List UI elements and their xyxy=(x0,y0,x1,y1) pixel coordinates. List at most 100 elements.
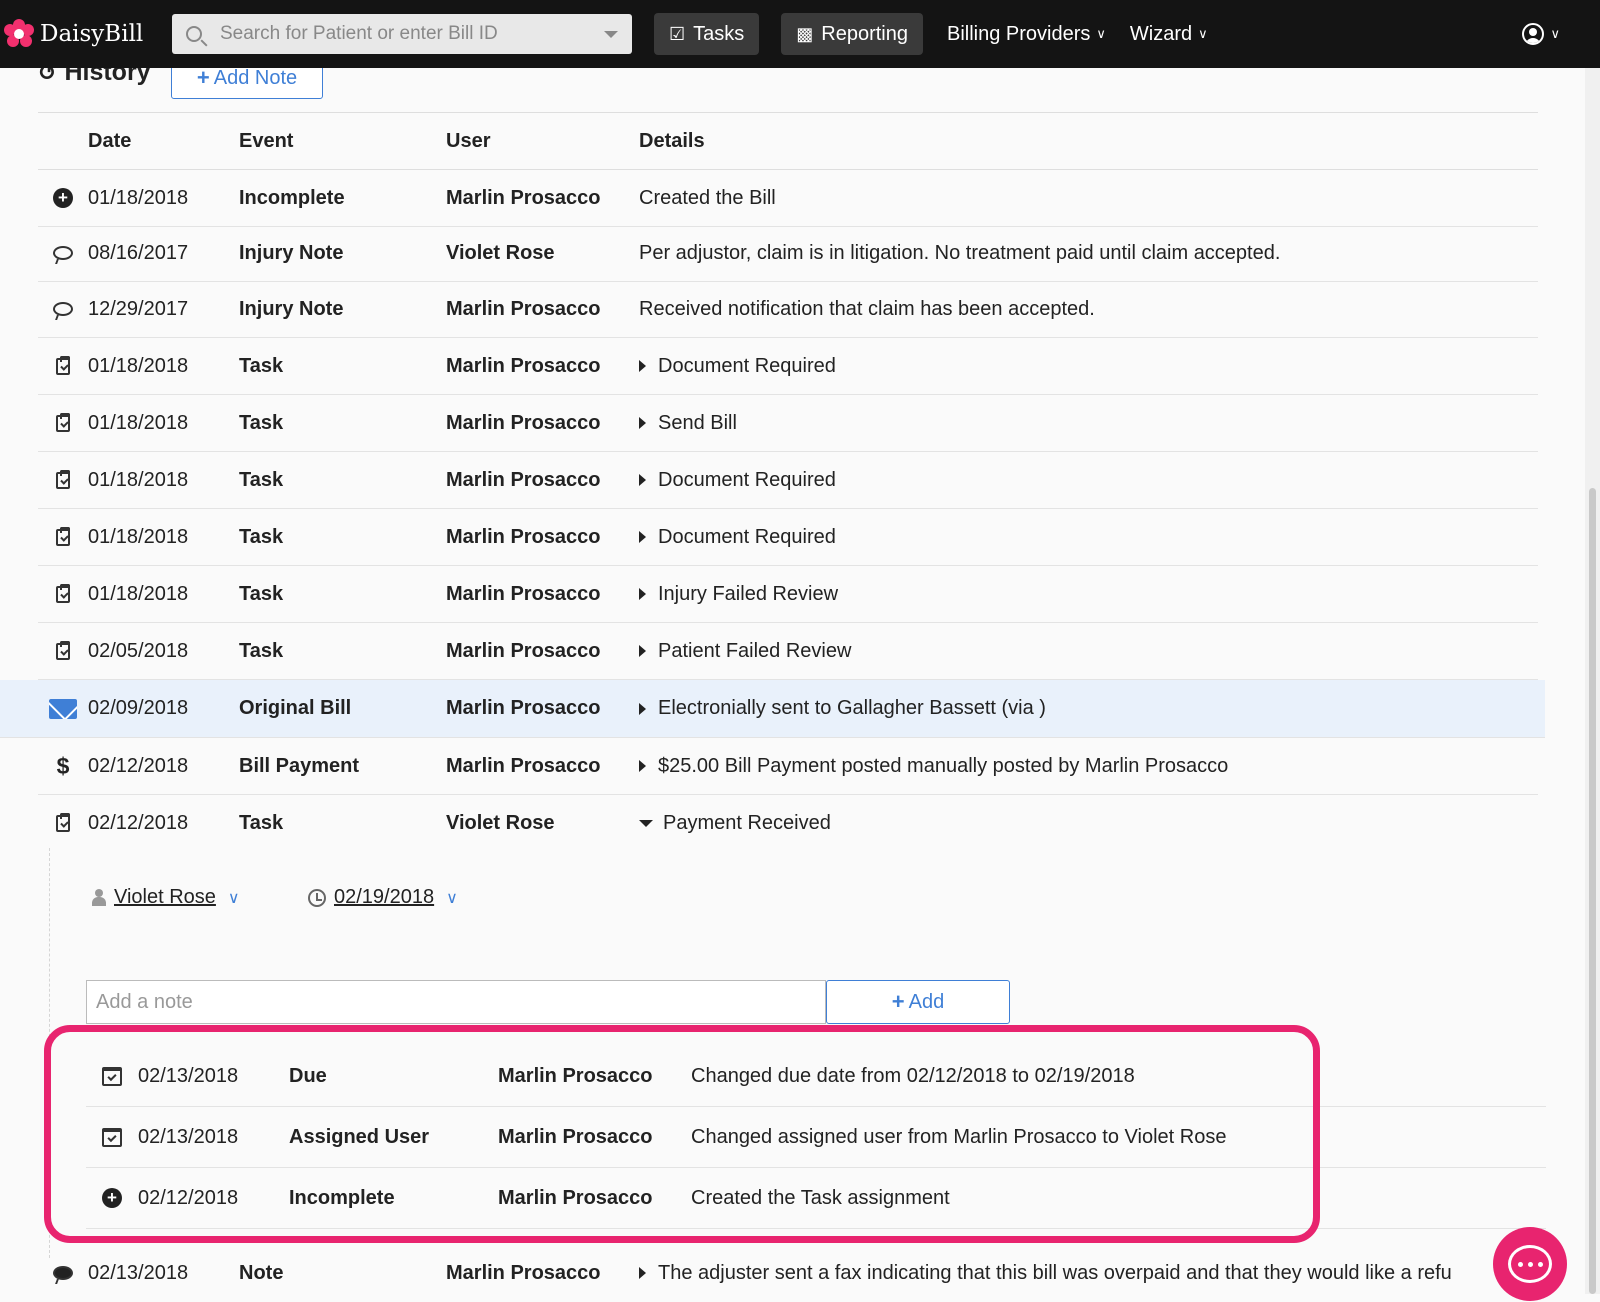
plus-icon: + xyxy=(196,65,210,90)
chat-launcher-button[interactable] xyxy=(1493,1227,1567,1301)
reporting-label: Reporting xyxy=(821,22,908,45)
expand-triangle-icon[interactable] xyxy=(639,645,646,658)
row-event: Injury Note xyxy=(239,297,344,320)
row-details[interactable]: The adjuster sent a fax indicating that … xyxy=(639,1262,1538,1285)
row-details-text: Document Required xyxy=(658,354,836,377)
row-details: Received notification that claim has bee… xyxy=(639,298,1538,321)
table-row[interactable]: $02/12/2018 Bill Payment Marlin Prosacco $2… xyxy=(38,738,1538,795)
row-user: Marlin Prosacco xyxy=(446,525,601,548)
wizard-menu[interactable]: Wizard ∨ xyxy=(1130,23,1208,46)
person-icon xyxy=(92,889,106,906)
row-date: 01/18/2018 xyxy=(88,354,189,377)
assignee-selector[interactable]: Violet Rose ∨ xyxy=(92,886,240,909)
clipboard-check-icon xyxy=(38,640,88,660)
table-row[interactable]: 01/18/2018 Task Marlin Prosacco Injury Fail… xyxy=(38,566,1538,623)
row-user: Marlin Prosacco xyxy=(446,468,601,491)
row-details-text: $25.00 Bill Payment posted manually post… xyxy=(658,754,1229,777)
row-user: Marlin Prosacco xyxy=(446,354,601,377)
scrollbar-thumb[interactable] xyxy=(1589,488,1596,1294)
expand-triangle-icon[interactable] xyxy=(639,360,646,373)
row-details[interactable]: Document Required xyxy=(639,355,1538,378)
billing-providers-menu[interactable]: Billing Providers ∨ xyxy=(947,23,1106,46)
row-date: 02/09/2018 xyxy=(88,697,189,719)
collapse-triangle-icon[interactable] xyxy=(639,820,653,828)
row-details-text: Received notification that claim has bee… xyxy=(639,297,1095,320)
expand-triangle-icon[interactable] xyxy=(639,417,646,430)
row-event: Task xyxy=(239,468,284,491)
table-row[interactable]: 02/09/2018 Original Bill Marlin Prosacco El… xyxy=(0,680,1545,738)
column-header-details: Details xyxy=(639,129,705,152)
user-menu[interactable]: ∨ xyxy=(1522,23,1560,45)
row-user: Marlin Prosacco xyxy=(446,186,601,209)
table-row[interactable]: 01/18/2018 Task Marlin Prosacco Document Re… xyxy=(38,452,1538,509)
row-details-text: Per adjustor, claim is in litigation. No… xyxy=(639,241,1281,264)
speech-bubble-icon xyxy=(38,246,88,260)
expand-triangle-icon[interactable] xyxy=(639,760,646,773)
reporting-button[interactable]: ▩ Reporting xyxy=(781,13,923,55)
add-button[interactable]: + Add xyxy=(826,980,1010,1024)
row-details[interactable]: $25.00 Bill Payment posted manually post… xyxy=(639,755,1538,778)
chevron-down-icon: ∨ xyxy=(446,889,458,907)
due-date-selector[interactable]: 02/19/2018 ∨ xyxy=(308,886,458,909)
add-note-label: Add Note xyxy=(213,66,298,89)
chevron-down-icon: ∨ xyxy=(227,889,240,907)
row-details[interactable]: Document Required xyxy=(639,469,1538,492)
wizard-label: Wizard xyxy=(1129,22,1193,45)
assignee-name[interactable]: Violet Rose xyxy=(114,886,216,909)
table-row[interactable]: 02/05/2018 Task Marlin Prosacco Patient Fai… xyxy=(38,623,1538,680)
daisybill-logo[interactable]: DaisyBill xyxy=(4,19,164,49)
clock-icon xyxy=(308,888,326,907)
add-note-input[interactable]: Add a note xyxy=(86,980,826,1024)
row-event: Task xyxy=(239,354,284,377)
expand-triangle-icon[interactable] xyxy=(639,702,646,715)
annotation-highlight-box xyxy=(44,1025,1320,1243)
row-details[interactable]: Send Bill xyxy=(639,412,1538,435)
table-row: 08/16/2017 Injury Note Violet Rose Per adju… xyxy=(38,225,1538,282)
row-event: Bill Payment xyxy=(239,754,360,777)
expand-triangle-icon[interactable] xyxy=(639,588,646,601)
bar-chart-icon: ▩ xyxy=(796,23,814,44)
row-date: 08/16/2017 xyxy=(88,241,189,264)
row-date: 01/18/2018 xyxy=(88,186,189,209)
table-row[interactable]: 01/18/2018 Task Marlin Prosacco Send Bill xyxy=(38,395,1538,452)
chevron-down-icon: ∨ xyxy=(1198,26,1208,41)
table-header: Date Event User Details xyxy=(38,112,1538,170)
row-user: Marlin Prosacco xyxy=(446,411,601,434)
row-event: Task xyxy=(239,525,284,548)
expand-triangle-icon[interactable] xyxy=(639,531,646,544)
row-date: 02/13/2018 xyxy=(88,1261,189,1284)
expand-triangle-icon[interactable] xyxy=(639,474,646,487)
billing-providers-label: Billing Providers xyxy=(947,22,1091,45)
row-details: Created the Bill xyxy=(639,187,1538,210)
row-details-text: Send Bill xyxy=(658,411,737,434)
row-date: 02/12/2018 xyxy=(88,754,189,777)
plus-circle-icon: + xyxy=(38,188,88,208)
table-row[interactable]: 02/12/2018 Task Violet Rose Payment Receive… xyxy=(38,795,1538,852)
row-details[interactable]: Patient Failed Review xyxy=(639,640,1538,663)
expand-triangle-icon[interactable] xyxy=(639,1267,646,1280)
table-row[interactable]: 02/13/2018 Note Marlin Prosacco The adju… xyxy=(38,1244,1538,1302)
row-date: 02/12/2018 xyxy=(88,812,189,834)
row-user: Marlin Prosacco xyxy=(446,297,601,320)
table-row[interactable]: 01/18/2018 Task Marlin Prosacco Document Re… xyxy=(38,338,1538,395)
row-event: Original Bill xyxy=(239,697,352,719)
search-icon xyxy=(186,26,202,42)
chat-bubble-icon xyxy=(1508,1245,1552,1283)
tasks-button[interactable]: ☑ Tasks xyxy=(654,13,760,55)
row-details[interactable]: Payment Received xyxy=(639,812,1538,835)
search-placeholder: Search for Patient or enter Bill ID xyxy=(220,23,498,44)
caret-down-icon[interactable] xyxy=(604,30,618,38)
page-scrollbar[interactable] xyxy=(1585,68,1600,1294)
row-details[interactable]: Document Required xyxy=(639,526,1538,549)
row-details-text: Injury Failed Review xyxy=(658,582,839,605)
search-input[interactable]: Search for Patient or enter Bill ID xyxy=(172,14,632,54)
due-date[interactable]: 02/19/2018 xyxy=(334,886,434,909)
row-details[interactable]: Injury Failed Review xyxy=(639,583,1538,606)
table-row[interactable]: 01/18/2018 Task Marlin Prosacco Document Re… xyxy=(38,509,1538,566)
row-event: Incomplete xyxy=(239,186,345,209)
top-navbar: DaisyBill Search for Patient or enter Bi… xyxy=(0,0,1600,68)
row-details[interactable]: Electronially sent to Gallagher Bassett … xyxy=(639,697,1545,720)
clipboard-check-icon xyxy=(38,355,88,375)
row-user: Violet Rose xyxy=(446,812,555,834)
plus-icon: + xyxy=(891,989,905,1014)
